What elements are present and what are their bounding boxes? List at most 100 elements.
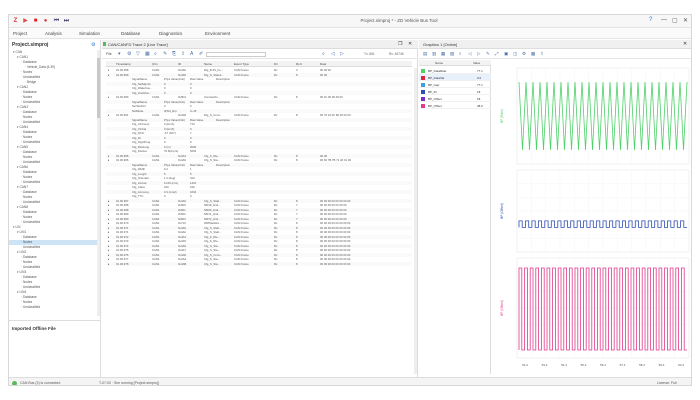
expand-row-icon[interactable]: ▸ — [108, 158, 109, 162]
trace-scrollbar[interactable] — [414, 68, 417, 374]
split-icon[interactable]: ▥ — [432, 51, 436, 57]
expand-row-icon[interactable]: ▸ — [108, 257, 109, 261]
table-row[interactable]: Cfg_TTC 0 0 — [106, 194, 412, 198]
col-id[interactable]: ID — [178, 62, 181, 66]
table-row[interactable]: ▸ 01.00.968 CAN1 0x600 NM19_Hnd... CAN Frame R… — [106, 203, 412, 207]
tree-item[interactable]: · Database — [9, 90, 97, 95]
table-row[interactable]: Cfg_AccLat 11.09 (m/s) 1410 — [106, 180, 412, 185]
table-row[interactable]: ▸ 01.00.966 CAN1 0x4A6 Cfg_S_Sta... CAN Frame… — [106, 158, 412, 162]
edit-icon[interactable]: ✎ — [486, 51, 490, 57]
menu-analysis[interactable]: Analysis — [45, 31, 62, 36]
expand-row-icon[interactable]: ▸ — [108, 208, 109, 212]
tree-item[interactable]: ▾ CAN1 — [9, 55, 97, 60]
measure-icon[interactable]: ◫ — [513, 51, 517, 57]
signal-color-swatch[interactable] — [421, 68, 425, 73]
tree-item[interactable]: · Database — [9, 235, 97, 240]
filter-icon[interactable]: ▾ — [118, 51, 121, 57]
table-row[interactable]: ▸ 01.00.973 CAN1 0x4A5 Cfg_K_Rte... CAN Frame… — [106, 239, 412, 243]
signal-plot[interactable]: BP (Rate) BP (Offset) BP (Offset) 52.4 53.4 5… — [495, 60, 691, 376]
expand-row-icon[interactable]: ▸ — [108, 230, 109, 234]
table-row[interactable]: ▸ 01.00.969 CAN1 0x602 NM71_Hnd... CAN Frame R… — [106, 212, 412, 216]
expand-row-icon[interactable]: ▸ — [108, 68, 109, 72]
table-row[interactable]: SignalName Phys Value(Unit) Raw Value Descr… — [106, 162, 412, 167]
close-graphics-icon[interactable]: ✕ — [683, 41, 687, 47]
minimize-button[interactable]: — — [661, 17, 667, 23]
table-row[interactable]: NetMode 0(Std_En) 0~15 — [106, 108, 412, 113]
tree-item[interactable]: · Nodes — [9, 195, 97, 200]
table-row[interactable]: ▸ 01.00.965 CAN1 0x3A3 Cfg_K_Rte... CAN Frame… — [106, 153, 412, 158]
table-row[interactable]: ▸ 01.00.976 CAN1 0x4A8 Cfg_S_Conv... CAN Fram… — [106, 252, 412, 257]
table-row[interactable]: Cfg_WakeCou... 0 0 — [106, 86, 412, 90]
record-icon[interactable]: ● — [42, 18, 49, 25]
tree-item[interactable]: · Vehicle_Data (6.39) — [9, 65, 97, 70]
tree-item[interactable]: · Unclassified — [9, 220, 97, 225]
funnel-icon[interactable]: ▽ — [136, 51, 140, 57]
tree-item[interactable]: · Unclassified — [9, 140, 97, 145]
table-row[interactable]: ▸ 01.00.958 CAN1 0x4A0 Dtg_B-Ps_Fe... CAN Fra… — [106, 68, 412, 72]
zoom-icon[interactable]: ⌕ — [459, 51, 462, 56]
pan-left-icon[interactable]: ◁ — [468, 51, 471, 57]
tree-item[interactable]: · Database — [9, 275, 97, 280]
table-row[interactable]: Cfg_Length 5 5 — [106, 171, 412, 176]
expand-row-icon[interactable]: ▸ — [108, 248, 109, 252]
table-row[interactable]: Cfg_DistLong 0 (m) 2000 — [106, 144, 412, 149]
signal-row[interactable]: BP_Gap 77.1 — [419, 81, 491, 88]
close-button[interactable]: ✕ — [683, 17, 688, 24]
maximize-button[interactable]: ▢ — [672, 17, 678, 24]
tree-item[interactable]: · Database — [9, 255, 97, 260]
menu-environment[interactable]: Environment — [205, 31, 230, 36]
tree-item[interactable]: · Unclassified — [9, 265, 97, 270]
table-row[interactable]: ▸ 01.00.977 CAN1 0x4AA Cfg_S_Sta... CAN Frame… — [106, 257, 412, 261]
table-row[interactable]: Cfg_AccLong 0.3 (m/s2) 1002 — [106, 189, 412, 194]
table-row[interactable]: ▸ 01.00.971 CAN1 0x4A2 Cfg_S_Statl... CAN Fra… — [106, 230, 412, 234]
tree-item[interactable]: ▾ LIN — [9, 225, 97, 230]
col-signal-name[interactable]: Name — [435, 61, 443, 65]
table-row[interactable]: Cfg_VinComp 0 (km/h) 713 — [106, 122, 412, 126]
table-row[interactable]: ▸ 01.00.969 CAN1 0x603 NM72_Hnd... CAN Frame R… — [106, 216, 412, 221]
signal-color-swatch[interactable] — [421, 103, 425, 108]
export-icon[interactable]: ⇪ — [181, 51, 185, 57]
menu-project[interactable]: Project — [13, 31, 27, 36]
signal-color-swatch[interactable] — [421, 96, 425, 101]
graphics-plot-area[interactable]: BP (Rate) BP (Offset) BP (Offset) 52.4 53.4 5… — [495, 60, 691, 376]
expand-row-icon[interactable]: ▸ — [108, 253, 109, 257]
col-event-type[interactable]: Event Type — [234, 62, 249, 66]
step-back-icon[interactable]: ⏮ — [53, 18, 60, 25]
table-row[interactable]: ▸ 01.00.978 CAN1 0x4AB Cfg_S_Sta... CAN Frame… — [106, 261, 412, 266]
tree-item[interactable]: · Nodes — [9, 70, 97, 75]
expand-row-icon[interactable]: ▸ — [108, 226, 109, 230]
signal-color-swatch[interactable] — [421, 75, 425, 80]
tree-item[interactable]: · Unclassified — [9, 305, 97, 310]
fit-icon[interactable]: ⤢ — [495, 51, 499, 56]
col-signal-value[interactable]: Value — [473, 61, 480, 65]
table-row[interactable]: Cfg_Orientati... 1.2 (deg) 410 — [106, 176, 412, 180]
table-row[interactable]: ▸ 01.00.959 CAN1 0x5D1 Useriser#n... CAN Fram… — [106, 95, 412, 99]
signal-row[interactable]: BP_Offset 18 — [419, 95, 491, 102]
cursor-icon[interactable]: ▣ — [504, 51, 508, 57]
tree-item[interactable]: · Bridge — [9, 80, 97, 85]
table-row[interactable]: ▸ 01.00.975 CAN1 0x4A7 Cfg_S_Sta... CAN Frame… — [106, 248, 412, 252]
table-row[interactable]: ▸ 01.00.967 CAN1 0x4A0 Cfg_S_Statl... CAN Fra… — [106, 198, 412, 203]
table-row[interactable]: NetTestCnt 0 0 — [106, 104, 412, 108]
expand-row-icon[interactable]: ▸ — [108, 199, 109, 203]
expand-row-icon[interactable]: ▸ — [108, 217, 109, 221]
col-name[interactable]: Name — [204, 62, 212, 66]
tree-item[interactable]: · Database — [9, 110, 97, 115]
table-row[interactable]: SignalName Phys Value(Unit) Raw Value Descr… — [106, 77, 412, 81]
tree-item[interactable]: · Unclassified — [9, 180, 97, 185]
tree-item[interactable]: ▾ CAN2 — [9, 85, 97, 90]
tree-item[interactable]: ▾ CAN — [9, 50, 97, 55]
table-icon[interactable]: ▦ — [145, 51, 150, 57]
table-row[interactable]: Cfg_SigInProg 0 0 — [106, 140, 412, 144]
tree-item[interactable]: ▾ CAN8 — [9, 205, 97, 210]
tree-item[interactable]: · Nodes — [9, 175, 97, 180]
font-icon[interactable]: A — [190, 51, 193, 57]
table-row[interactable]: Cfg_RCS -57 (Nm*) 7 — [106, 131, 412, 135]
tree-item[interactable]: · Nodes — [9, 300, 97, 305]
tree-item[interactable]: · Nodes — [9, 155, 97, 160]
find-next-icon[interactable]: ▷ — [340, 51, 344, 57]
close-trace-icon[interactable]: ✕ — [408, 41, 412, 47]
expand-row-icon[interactable]: ▸ — [108, 113, 109, 117]
expand-row-icon[interactable]: ▸ — [108, 235, 109, 239]
edit-icon[interactable]: ✐ — [199, 51, 203, 57]
